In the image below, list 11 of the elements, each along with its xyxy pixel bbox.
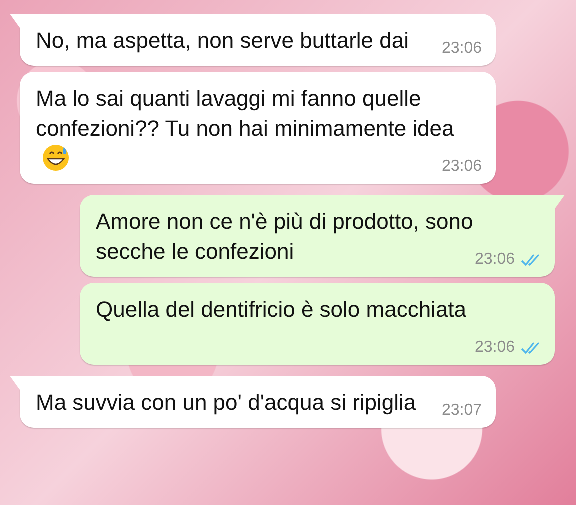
message-time: 23:06 <box>474 339 515 357</box>
message-time: 23:07 <box>442 402 482 420</box>
message-text: Ma lo sai quanti lavaggi mi fanno quelle confezioni?? Tu non hai minimamente idea <box>36 86 454 141</box>
message-time: 23:06 <box>442 40 482 58</box>
message-time: 23:06 <box>474 251 515 269</box>
sweat-smile-emoji-icon <box>42 144 70 172</box>
message-time: 23:06 <box>442 158 482 176</box>
message-text: No, ma aspetta, non serve buttarle dai <box>36 28 409 53</box>
message-text: Ma suvvia con un po' d'acqua si ripiglia <box>36 390 416 415</box>
message-text: Amore non ce n'è più di prodotto, sono secche le confezioni <box>96 209 474 264</box>
message-text: Quella del dentifricio è solo macchiata <box>96 297 467 322</box>
